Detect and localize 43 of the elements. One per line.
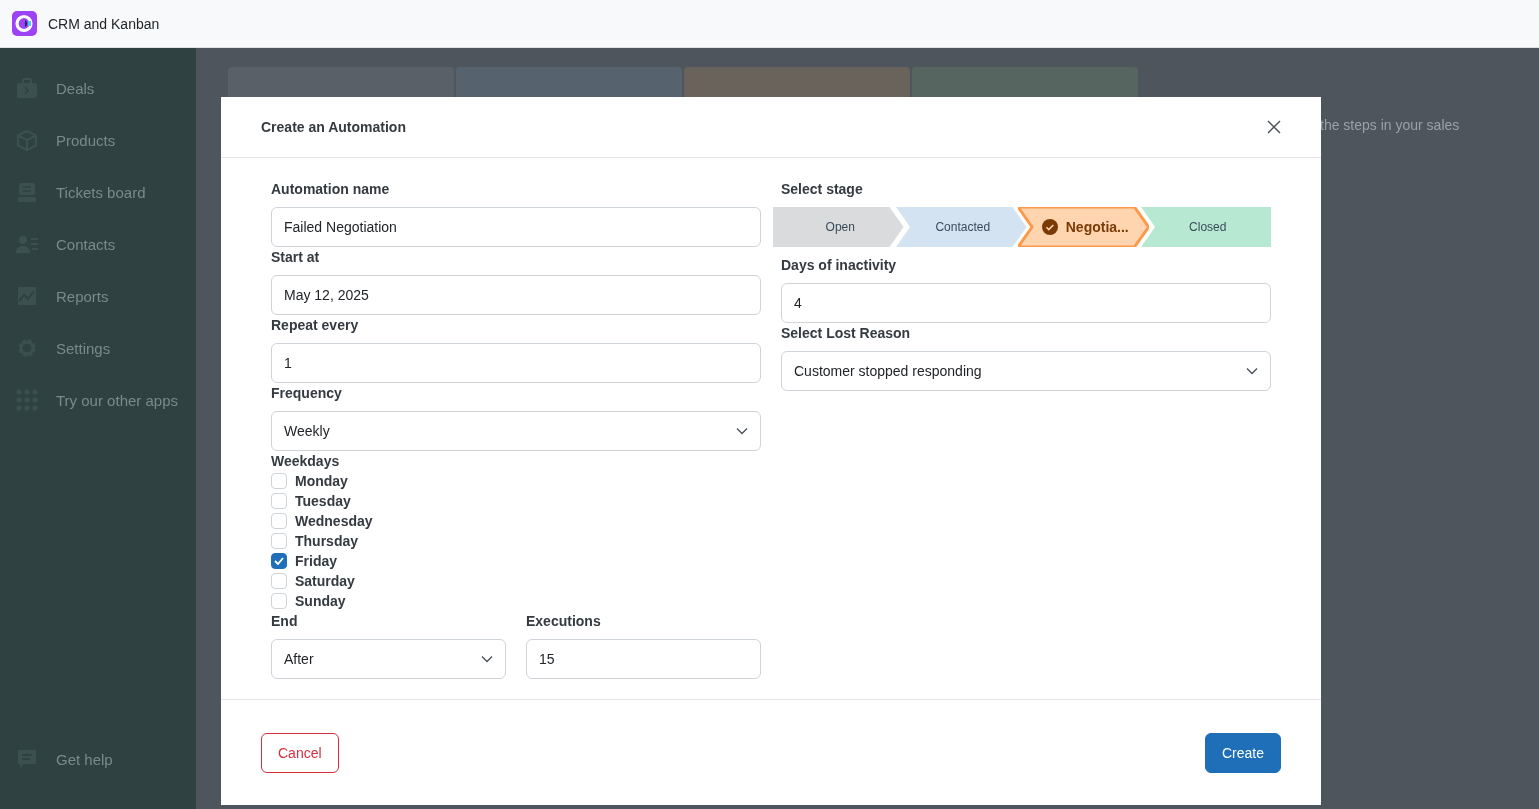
chevron-down-icon <box>1246 367 1258 375</box>
chevron-down-icon <box>736 427 748 435</box>
input-field[interactable]: 15 <box>526 639 761 679</box>
stage-step[interactable]: Open <box>773 207 904 247</box>
stage-step[interactable]: Closed <box>1140 207 1271 247</box>
field-label: Start at <box>271 248 321 267</box>
check-circle-icon <box>1041 219 1058 235</box>
stage-step[interactable]: Negotia... <box>1018 207 1149 247</box>
chevron-down-icon <box>481 655 493 663</box>
field-label: Days of inactivity <box>781 256 898 275</box>
checkbox-label[interactable]: Sunday <box>295 593 346 609</box>
field-label: Frequency <box>271 384 343 403</box>
modal-title: Create an Automation <box>261 119 406 135</box>
logo-icon <box>12 11 37 36</box>
checkbox-label[interactable]: Wednesday <box>295 513 373 529</box>
close-icon <box>1267 120 1281 134</box>
field-label: Automation name <box>271 180 391 199</box>
checkbox[interactable] <box>271 553 287 569</box>
cancel-button[interactable]: Cancel <box>261 733 339 773</box>
checkbox-label[interactable]: Friday <box>295 553 337 569</box>
check-icon <box>274 557 284 565</box>
app-title: CRM and Kanban <box>48 15 160 32</box>
select-field[interactable]: Weekly <box>271 411 761 451</box>
checkbox-label[interactable]: Saturday <box>295 573 355 589</box>
stage-step[interactable]: Contacted <box>895 207 1026 247</box>
input-field[interactable]: 4 <box>781 283 1271 323</box>
field-label: Executions <box>526 612 602 631</box>
checkbox-label[interactable]: Thursday <box>295 533 358 549</box>
date-field[interactable]: May 12, 2025 <box>271 275 761 315</box>
field-label: Select stage <box>781 180 864 199</box>
input-field[interactable]: Failed Negotiation <box>271 207 761 247</box>
checkbox-label[interactable]: Monday <box>295 473 348 489</box>
field-label: End <box>271 612 299 631</box>
field-label: Select Lost Reason <box>781 324 912 343</box>
field-label: Repeat every <box>271 316 360 335</box>
create-button[interactable]: Create <box>1204 733 1281 773</box>
hint-text: the steps in your sales <box>1320 117 1460 133</box>
checkbox-label[interactable]: Tuesday <box>295 493 351 509</box>
select-field[interactable]: Customer stopped responding <box>781 351 1271 391</box>
field-label: Weekdays <box>271 452 341 471</box>
close-button[interactable] <box>1267 120 1281 134</box>
input-field[interactable]: 1 <box>271 343 761 383</box>
select-field[interactable]: After <box>271 639 506 679</box>
